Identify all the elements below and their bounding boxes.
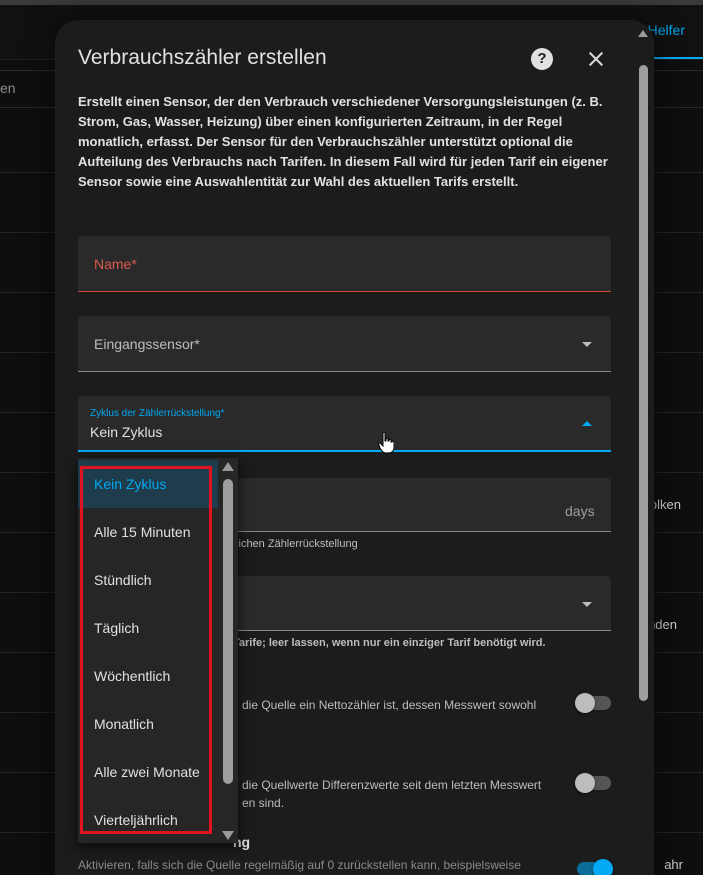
hand-cursor-icon <box>378 432 394 454</box>
delta-values-description-line2: en sind. <box>242 796 285 810</box>
net-consumption-description: die Quelle ein Nettozähler ist, dessen M… <box>242 698 537 712</box>
delta-values-description-line1: die Quellwerte Differenzwerte seit dem l… <box>242 778 542 792</box>
menu-scroll-up-icon[interactable] <box>222 462 234 471</box>
net-consumption-toggle[interactable] <box>575 693 611 713</box>
chevron-down-icon <box>582 342 592 347</box>
list-item-partial: ahr <box>664 857 683 872</box>
periodic-reset-description: Aktivieren, falls sich die Quelle regelm… <box>78 858 521 872</box>
toggle-knob <box>593 859 613 875</box>
tab-helfer[interactable]: Helfer <box>648 22 685 38</box>
name-field-label: Name* <box>94 256 137 272</box>
scrollbar-thumb[interactable] <box>639 65 648 701</box>
menu-scrollbar-thumb[interactable] <box>223 479 233 784</box>
meter-reset-cycle-select[interactable]: Zyklus der Zählerrückstellung* Kein Zykl… <box>78 396 611 452</box>
close-icon[interactable] <box>583 46 609 72</box>
scroll-up-arrow-icon[interactable] <box>638 30 648 37</box>
periodic-reset-toggle[interactable] <box>577 859 613 875</box>
cycle-field-value: Kein Zyklus <box>90 424 163 440</box>
offset-unit-suffix: days <box>565 503 595 519</box>
menu-scroll-down-icon[interactable] <box>222 831 234 840</box>
list-item-partial: olken <box>649 497 681 512</box>
dialog-title: Verbrauchszähler erstellen <box>78 46 327 69</box>
toggle-knob <box>575 773 595 793</box>
cycle-field-label: Zyklus der Zählerrückstellung* <box>90 408 225 419</box>
annotation-highlight-box <box>80 466 212 834</box>
offset-helper-text: tlichen Zählerrückstellung <box>233 538 358 550</box>
chevron-up-icon <box>582 421 592 426</box>
tariffs-helper-text: Tarife; leer lassen, wenn nur ein einzig… <box>233 637 546 649</box>
chevron-down-icon <box>582 602 592 607</box>
help-icon[interactable]: ? <box>531 48 553 70</box>
toggle-knob <box>575 693 595 713</box>
search-placeholder: en <box>0 80 16 96</box>
input-sensor-field[interactable]: Eingangssensor* <box>78 316 611 372</box>
input-sensor-label: Eingangssensor* <box>94 336 200 352</box>
name-field[interactable]: Name* <box>78 236 611 292</box>
dialog-description: Erstellt einen Sensor, der den Verbrauch… <box>78 94 608 189</box>
delta-values-toggle[interactable] <box>575 773 611 793</box>
